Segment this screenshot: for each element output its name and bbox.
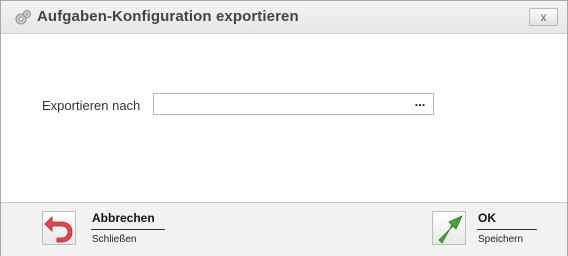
dialog-title: Aufgaben-Konfiguration exportieren: [37, 8, 299, 25]
export-path-input[interactable]: [154, 94, 409, 114]
cancel-button[interactable]: Abbrechen Schließen: [42, 209, 172, 251]
dialog-content: Exportieren nach ...: [1, 34, 567, 202]
gears-icon: [14, 9, 32, 27]
browse-button[interactable]: ...: [409, 94, 431, 114]
ok-subtitle: Speichern: [478, 234, 524, 245]
green-arrow-icon: [432, 211, 466, 245]
close-button[interactable]: x: [529, 8, 558, 26]
export-dialog: Aufgaben-Konfiguration exportieren x Exp…: [0, 0, 568, 256]
close-icon: x: [540, 10, 547, 24]
cancel-subtitle: Schließen: [92, 234, 137, 245]
export-to-label: Exportieren nach: [42, 98, 141, 113]
export-path-field[interactable]: ...: [153, 93, 434, 115]
ok-button[interactable]: OK Speichern: [432, 209, 542, 251]
undo-arrow-icon: [42, 211, 76, 245]
ok-title: OK: [478, 211, 496, 225]
ok-divider: [477, 229, 537, 230]
cancel-title: Abbrechen: [92, 211, 155, 225]
title-bar[interactable]: Aufgaben-Konfiguration exportieren x: [1, 1, 567, 34]
cancel-divider: [91, 229, 165, 230]
dialog-footer: Abbrechen Schließen OK Speichern: [1, 202, 567, 256]
